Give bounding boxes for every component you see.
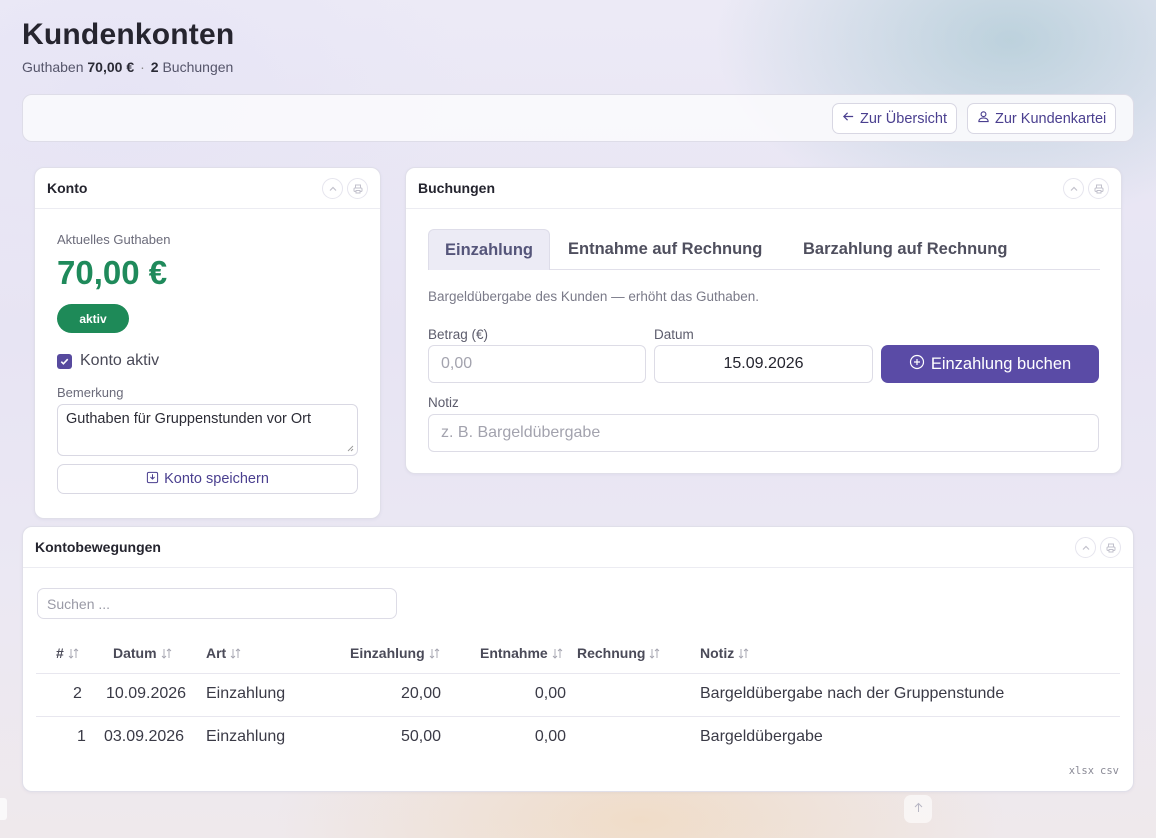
subtitle-separator: · bbox=[140, 59, 145, 75]
collapse-chevron-up-icon[interactable] bbox=[1075, 537, 1096, 558]
date-input[interactable]: 15.09.2026 bbox=[654, 345, 873, 383]
save-icon bbox=[146, 471, 159, 488]
printer-icon[interactable] bbox=[1088, 178, 1109, 199]
row-divider bbox=[36, 716, 1120, 717]
account-card-header: Konto bbox=[35, 168, 380, 209]
sort-icon bbox=[738, 647, 749, 659]
save-account-button[interactable]: Konto speichern bbox=[57, 464, 358, 494]
account-card: Konto Aktuelles Guthaben 70,00 € aktiv K… bbox=[34, 167, 381, 519]
page-title: Kundenkonten bbox=[22, 18, 235, 51]
bookings-card-header: Buchungen bbox=[406, 168, 1121, 209]
column-header-datum[interactable]: Datum bbox=[113, 645, 172, 661]
column-header-entnahme[interactable]: Entnahme bbox=[480, 645, 563, 661]
column-header-datum-label: Datum bbox=[113, 645, 157, 661]
collapse-chevron-up-icon[interactable] bbox=[322, 178, 343, 199]
account-card-title: Konto bbox=[47, 180, 88, 196]
scroll-to-top-button[interactable] bbox=[904, 795, 932, 823]
column-header-art[interactable]: Art bbox=[206, 645, 241, 661]
movements-card-header: Kontobewegungen bbox=[23, 527, 1133, 568]
column-header-nr-label: # bbox=[56, 645, 64, 661]
sort-icon bbox=[230, 647, 241, 659]
account-active-label: Konto aktiv bbox=[80, 352, 160, 369]
export-csv-link[interactable]: csv bbox=[1100, 765, 1119, 777]
sort-icon bbox=[161, 647, 171, 659]
date-label: Datum bbox=[654, 327, 694, 342]
remark-label: Bemerkung bbox=[57, 385, 124, 400]
cell-datum: 10.09.2026 bbox=[106, 685, 187, 702]
remark-textarea[interactable]: Guthaben für Gruppenstunden vor Ort bbox=[57, 404, 358, 456]
arrow-up-icon bbox=[913, 800, 924, 818]
resize-grip-icon[interactable] bbox=[346, 444, 354, 452]
book-deposit-button[interactable]: Einzahlung buchen bbox=[881, 345, 1099, 383]
balance-label: Aktuelles Guthaben bbox=[57, 232, 171, 247]
movements-card-title: Kontobewegungen bbox=[35, 539, 161, 555]
export-links: xlsx csv bbox=[1069, 765, 1119, 777]
cell-nr: 2 bbox=[73, 685, 82, 702]
cell-notiz: Bargeldübergabe nach der Gruppenstunde bbox=[700, 685, 1005, 702]
column-header-notiz[interactable]: Notiz bbox=[700, 645, 749, 661]
bookings-card-title: Buchungen bbox=[418, 180, 495, 196]
subtitle-suffix: Buchungen bbox=[162, 59, 234, 75]
tab-einzahlung[interactable]: Einzahlung bbox=[428, 229, 550, 270]
column-header-notiz-label: Notiz bbox=[700, 645, 735, 661]
search-input[interactable]: Suchen ... bbox=[37, 588, 397, 619]
sort-icon bbox=[68, 647, 79, 659]
remark-value: Guthaben für Gruppenstunden vor Ort bbox=[66, 411, 312, 427]
subtitle-count: 2 bbox=[150, 59, 159, 75]
export-xlsx-link[interactable]: xlsx bbox=[1069, 765, 1094, 777]
column-header-art-label: Art bbox=[206, 645, 227, 661]
column-header-entnahme-label: Entnahme bbox=[480, 645, 548, 661]
cell-art: Einzahlung bbox=[206, 728, 286, 745]
cell-notiz: Bargeldübergabe bbox=[700, 728, 823, 745]
printer-icon[interactable] bbox=[1100, 537, 1121, 558]
plus-circle-icon bbox=[909, 354, 925, 375]
column-header-rechnung-label: Rechnung bbox=[577, 645, 646, 661]
note-label: Notiz bbox=[428, 395, 459, 410]
toolbar: Zur Übersicht Zur Kundenkartei bbox=[22, 94, 1134, 142]
sort-icon bbox=[650, 647, 660, 659]
cell-nr: 1 bbox=[77, 728, 86, 745]
user-icon bbox=[977, 110, 990, 127]
cell-art: Einzahlung bbox=[206, 685, 286, 702]
page-subtitle: Guthaben 70,00 € · 2 Buchungen bbox=[22, 59, 233, 75]
table-header-divider bbox=[36, 673, 1120, 674]
side-edge-handle[interactable] bbox=[0, 798, 7, 820]
customer-file-label: Zur Kundenkartei bbox=[995, 110, 1107, 127]
cell-einzahlung: 50,00 bbox=[400, 728, 441, 745]
sort-icon bbox=[552, 647, 563, 659]
tab-entnahme-auf-rechnung[interactable]: Entnahme auf Rechnung bbox=[552, 229, 778, 270]
collapse-chevron-up-icon[interactable] bbox=[1063, 178, 1084, 199]
status-badge: aktiv bbox=[57, 304, 129, 333]
column-header-rechnung[interactable]: Rechnung bbox=[577, 645, 660, 661]
balance-amount: 70,00 € bbox=[57, 254, 168, 291]
book-deposit-label: Einzahlung buchen bbox=[930, 354, 1072, 373]
booking-description: Bargeldübergabe des Kunden — erhöht das … bbox=[428, 289, 759, 304]
movements-card: Kontobewegungen Suchen ... # Datum Art E… bbox=[22, 526, 1134, 792]
arrow-left-icon bbox=[842, 110, 855, 127]
booking-tabs: Einzahlung Entnahme auf Rechnung Barzahl… bbox=[428, 229, 1100, 270]
checkbox-icon[interactable] bbox=[57, 353, 72, 369]
tab-barzahlung-auf-rechnung[interactable]: Barzahlung auf Rechnung bbox=[787, 229, 1023, 270]
customer-file-button[interactable]: Zur Kundenkartei bbox=[967, 103, 1117, 134]
cell-einzahlung: 20,00 bbox=[400, 685, 441, 702]
account-active-checkbox[interactable]: Konto aktiv bbox=[57, 352, 159, 370]
cell-datum: 03.09.2026 bbox=[104, 728, 185, 745]
amount-label: Betrag (€) bbox=[428, 327, 489, 342]
column-header-einzahlung[interactable]: Einzahlung bbox=[350, 645, 440, 661]
back-to-overview-button[interactable]: Zur Übersicht bbox=[832, 103, 958, 134]
bookings-card: Buchungen Einzahlung Entnahme auf Rechnu… bbox=[405, 167, 1122, 474]
save-account-label: Konto speichern bbox=[164, 471, 269, 487]
column-header-einzahlung-label: Einzahlung bbox=[350, 645, 425, 661]
subtitle-prefix: Guthaben bbox=[22, 59, 84, 75]
note-input[interactable]: z. B. Bargeldübergabe bbox=[428, 414, 1099, 452]
sort-icon bbox=[429, 647, 439, 659]
cell-entnahme: 0,00 bbox=[534, 685, 566, 702]
back-to-overview-label: Zur Übersicht bbox=[860, 110, 948, 127]
printer-icon[interactable] bbox=[347, 178, 368, 199]
column-header-nr[interactable]: # bbox=[56, 645, 79, 661]
subtitle-balance: 70,00 € bbox=[87, 59, 135, 75]
amount-input[interactable]: 0,00 bbox=[428, 345, 646, 383]
cell-entnahme: 0,00 bbox=[534, 728, 566, 745]
